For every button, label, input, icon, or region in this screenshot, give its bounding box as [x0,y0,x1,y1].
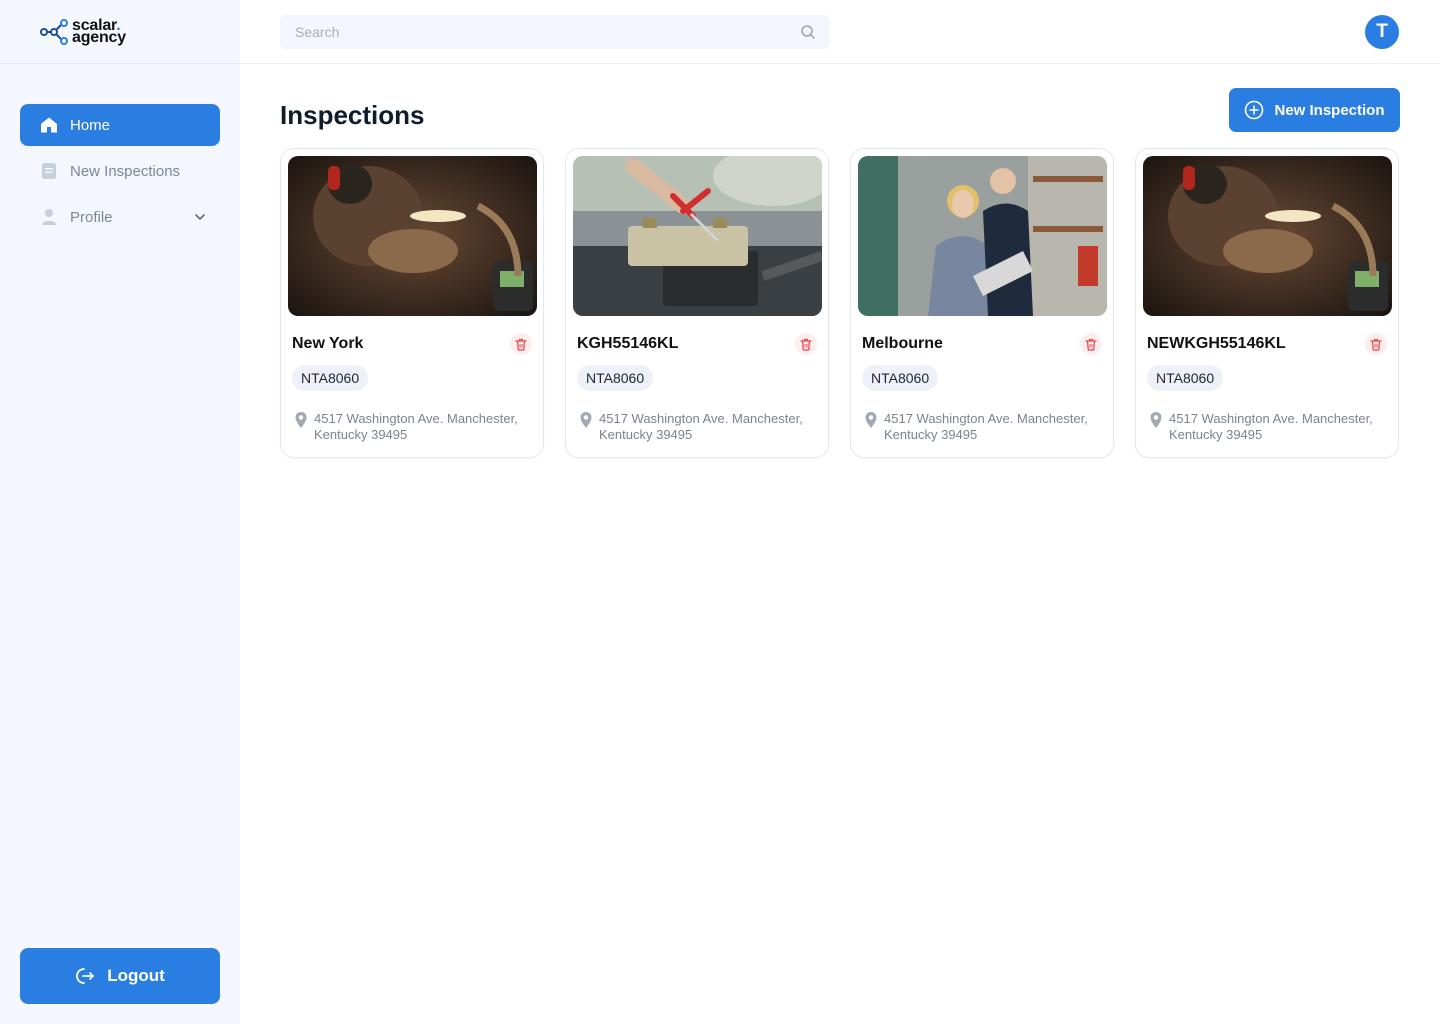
inspection-card[interactable]: KGH55146KL NTA8060 4517 Washington Ave. … [565,148,829,458]
card-image-car-battery [573,156,822,316]
home-icon [40,116,58,134]
inspection-code-badge: NTA8060 [862,365,939,391]
card-title: New York [292,335,364,352]
card-title: KGH55146KL [577,335,679,352]
inspection-card[interactable]: NEWKGH55146KL NTA8060 4517 Washington Av… [1135,148,1399,458]
new-inspection-button[interactable]: New Inspection [1229,88,1400,132]
document-icon [40,162,58,180]
network-logo-icon [40,18,68,45]
card-address: 4517 Washington Ave. Manchester, Kentuck… [579,411,819,443]
logout-icon [76,968,95,984]
top-bar: T [240,0,1440,64]
inspection-code-badge: NTA8060 [1147,365,1224,391]
location-pin-icon [580,412,592,428]
sidebar-item-profile[interactable]: Profile [20,196,220,238]
address-text: 4517 Washington Ave. Manchester, Kentuck… [314,411,518,442]
sidebar-item-label: New Inspections [70,162,181,180]
page-title: Inspections [280,100,425,130]
card-image-worker-magnifier [288,156,537,316]
trash-icon [1370,338,1382,351]
address-text: 4517 Washington Ave. Manchester, Kentuck… [599,411,803,442]
trash-icon [1085,338,1097,351]
sidebar-item-label: Home [70,116,111,134]
trash-icon [800,338,812,351]
sidebar-item-label: Profile [70,208,113,226]
card-title: Melbourne [862,335,943,352]
inspection-card[interactable]: New York NTA8060 4517 Washington Ave. Ma… [280,148,544,458]
brand-logo[interactable]: scalar. agency [0,0,240,64]
new-inspection-label: New Inspection [1274,101,1385,119]
logout-label: Logout [107,966,165,985]
trash-icon [515,338,527,351]
delete-button[interactable] [1365,333,1387,355]
search-box [280,15,830,49]
location-pin-icon [1150,412,1162,428]
avatar[interactable]: T [1365,15,1399,49]
card-title: NEWKGH55146KL [1147,335,1286,352]
delete-button[interactable] [1080,333,1102,355]
search-input[interactable] [280,15,780,49]
chevron-down-icon[interactable] [192,209,208,225]
sidebar: scalar. agency Home New Inspections Prof… [0,0,240,1024]
card-image-worker-magnifier [1143,156,1392,316]
brand-name: scalar. agency [72,17,126,46]
plus-circle-icon [1245,100,1264,120]
card-address: 4517 Washington Ave. Manchester, Kentuck… [1149,411,1389,443]
delete-button[interactable] [510,333,532,355]
sidebar-item-home[interactable]: Home [20,104,220,146]
delete-button[interactable] [795,333,817,355]
inspection-code-badge: NTA8060 [292,365,369,391]
location-pin-icon [865,412,877,428]
inspection-code-badge: NTA8060 [577,365,654,391]
address-text: 4517 Washington Ave. Manchester, Kentuck… [1169,411,1373,442]
inspection-card-list: New York NTA8060 4517 Washington Ave. Ma… [280,148,1399,458]
card-image-warehouse-workers [858,156,1107,316]
card-address: 4517 Washington Ave. Manchester, Kentuck… [864,411,1104,443]
card-address: 4517 Washington Ave. Manchester, Kentuck… [294,411,534,443]
logout-button[interactable]: Logout [20,948,220,1004]
sidebar-item-new-inspections[interactable]: New Inspections [20,150,220,192]
location-pin-icon [295,412,307,428]
user-icon [40,208,58,226]
inspection-card[interactable]: Melbourne NTA8060 4517 Washington Ave. M… [850,148,1114,458]
address-text: 4517 Washington Ave. Manchester, Kentuck… [884,411,1088,442]
search-icon[interactable] [800,24,816,40]
sidebar-nav: Home New Inspections Profile [20,104,220,242]
brand-line2: agency [72,28,126,46]
